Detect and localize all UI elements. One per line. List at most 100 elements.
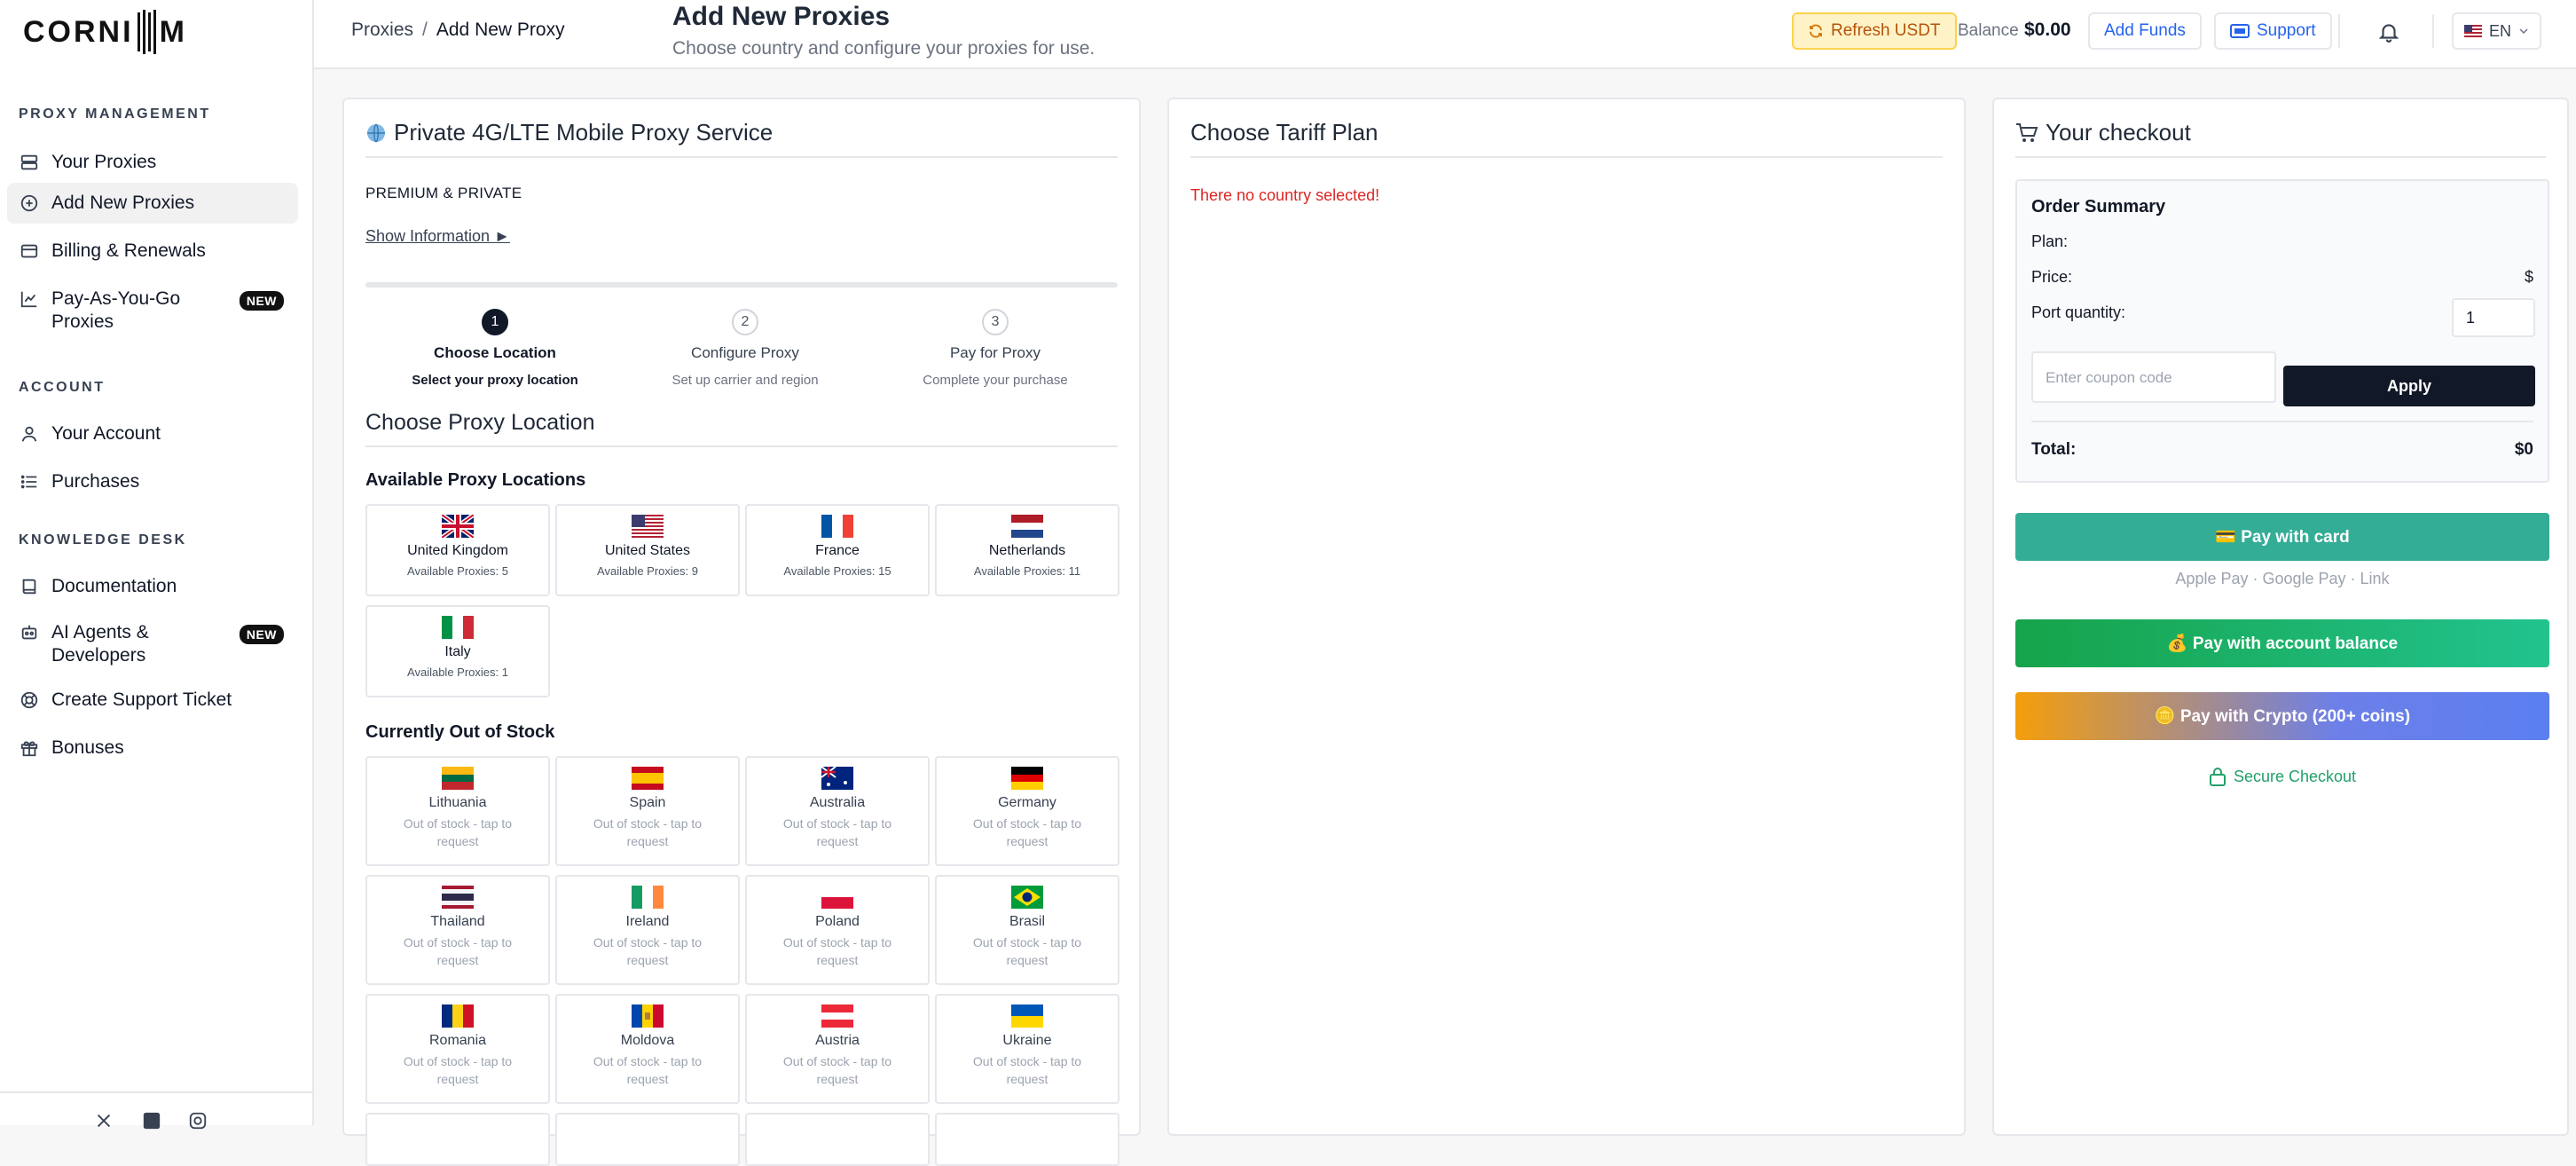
ukraine-flag-icon bbox=[1011, 1004, 1043, 1028]
location-card-netherlands[interactable]: Netherlands Available Proxies: 11 bbox=[935, 504, 1119, 596]
divider bbox=[365, 445, 1118, 447]
pay-with-balance-button[interactable]: 💰 Pay with account balance bbox=[2015, 619, 2549, 667]
new-badge: NEW bbox=[239, 291, 284, 311]
country-name: Ukraine bbox=[1002, 1033, 1052, 1048]
country-name: Poland bbox=[815, 914, 860, 929]
thailand-flag-icon bbox=[442, 886, 474, 909]
country-name: Spain bbox=[629, 795, 666, 810]
no-country-error: There no country selected! bbox=[1190, 186, 1380, 204]
country-name: Italy bbox=[444, 644, 471, 659]
plan-row: Plan: bbox=[2031, 232, 2533, 251]
oos-card-germany[interactable]: Germany Out of stock - tap to request bbox=[935, 756, 1119, 866]
oos-card-spain[interactable]: Spain Out of stock - tap to request bbox=[555, 756, 740, 866]
location-card-italy[interactable]: Italy Available Proxies: 1 bbox=[365, 605, 550, 697]
sidebar-item-add-new-proxies[interactable]: Add New Proxies bbox=[7, 183, 298, 224]
sidebar-item-your-account[interactable]: Your Account bbox=[7, 414, 298, 454]
country-name: France bbox=[815, 543, 860, 558]
top-header: Proxies / Add New Proxy Add New Proxies Ch… bbox=[314, 0, 2576, 69]
sidebar-item-label: Purchases bbox=[51, 471, 140, 492]
apply-coupon-button[interactable]: Apply bbox=[2283, 366, 2535, 406]
lock-icon bbox=[2209, 768, 2226, 786]
instagram-icon[interactable] bbox=[188, 1111, 208, 1131]
oos-card-partial[interactable] bbox=[555, 1113, 740, 1166]
oos-card-lithuania[interactable]: Lithuania Out of stock - tap to request bbox=[365, 756, 550, 866]
uk-flag-icon bbox=[442, 515, 474, 538]
ireland-flag-icon bbox=[632, 886, 664, 909]
country-name: Lithuania bbox=[428, 795, 487, 810]
oos-card-romania[interactable]: Romania Out of stock - tap to request bbox=[365, 994, 550, 1104]
location-card-united-states[interactable]: United States Available Proxies: 9 bbox=[555, 504, 740, 596]
balance-label: Balance bbox=[1958, 21, 2019, 40]
sidebar-item-ai-agents[interactable]: AI Agents & Developers NEW bbox=[7, 612, 298, 676]
sidebar-item-bonuses[interactable]: Bonuses bbox=[7, 728, 298, 768]
step-title: Configure Proxy bbox=[691, 344, 799, 361]
refresh-usdt-button[interactable]: Refresh USDT bbox=[1792, 12, 1957, 50]
breadcrumb-root[interactable]: Proxies bbox=[351, 20, 413, 40]
sidebar-item-label: Pay-As-You-Go Proxies bbox=[51, 288, 181, 332]
out-of-stock-text: Out of stock - tap to request bbox=[782, 935, 892, 967]
user-icon bbox=[21, 426, 37, 442]
support-button[interactable]: Support bbox=[2214, 12, 2332, 50]
oos-card-australia[interactable]: Australia Out of stock - tap to request bbox=[745, 756, 930, 866]
x-twitter-icon[interactable] bbox=[94, 1111, 114, 1131]
sidebar: CORNI M PROXY MANAGEMENT Your Proxies Ad… bbox=[0, 0, 314, 1130]
oos-card-thailand[interactable]: Thailand Out of stock - tap to request bbox=[365, 875, 550, 985]
out-of-stock-heading: Currently Out of Stock bbox=[365, 722, 555, 742]
order-summary: Order Summary Plan: Price: $ Port quanti… bbox=[2015, 179, 2549, 483]
sidebar-item-pay-as-you-go[interactable]: Pay-As-You-Go Proxies NEW bbox=[7, 279, 298, 343]
oos-card-partial[interactable] bbox=[745, 1113, 930, 1166]
secure-checkout-label: Secure Checkout bbox=[2233, 767, 2357, 785]
sidebar-item-label: Billing & Renewals bbox=[51, 240, 206, 261]
add-funds-button[interactable]: Add Funds bbox=[2088, 12, 2202, 50]
support-icon bbox=[2230, 24, 2250, 38]
server-icon bbox=[20, 154, 38, 170]
service-title: Private 4G/LTE Mobile Proxy Service bbox=[365, 119, 773, 146]
brazil-flag-icon bbox=[1011, 886, 1043, 909]
section-knowledge-desk: KNOWLEDGE DESK bbox=[19, 532, 187, 548]
location-card-france[interactable]: France Available Proxies: 15 bbox=[745, 504, 930, 596]
out-of-stock-text: Out of stock - tap to request bbox=[782, 816, 892, 848]
oos-card-poland[interactable]: Poland Out of stock - tap to request bbox=[745, 875, 930, 985]
refresh-usdt-label: Refresh USDT bbox=[1831, 21, 1941, 40]
sidebar-item-billing[interactable]: Billing & Renewals bbox=[7, 231, 298, 272]
oos-card-ukraine[interactable]: Ukraine Out of stock - tap to request bbox=[935, 994, 1119, 1104]
pay-with-crypto-button[interactable]: 🪙 Pay with Crypto (200+ coins) bbox=[2015, 692, 2549, 740]
bell-icon[interactable] bbox=[2377, 20, 2400, 44]
pay-with-card-button[interactable]: 💳 Pay with card bbox=[2015, 513, 2549, 561]
logo-tail: M bbox=[159, 14, 187, 49]
sidebar-item-documentation[interactable]: Documentation bbox=[7, 566, 298, 607]
step-configure-proxy: 2 Configure Proxy Set up carrier and reg… bbox=[619, 309, 871, 388]
oos-card-moldova[interactable]: Moldova Out of stock - tap to request bbox=[555, 994, 740, 1104]
sidebar-item-support-ticket[interactable]: Create Support Ticket bbox=[7, 680, 298, 721]
show-information-link[interactable]: Show Information ► bbox=[365, 227, 510, 246]
credit-card-icon bbox=[20, 244, 38, 258]
divider bbox=[1190, 156, 1943, 158]
coupon-input[interactable]: Enter coupon code bbox=[2031, 351, 2276, 403]
country-name: Australia bbox=[809, 795, 866, 810]
oos-card-brasil[interactable]: Brasil Out of stock - tap to request bbox=[935, 875, 1119, 985]
oos-card-austria[interactable]: Austria Out of stock - tap to request bbox=[745, 994, 930, 1104]
quantity-label: Port quantity: bbox=[2031, 303, 2126, 321]
sidebar-item-purchases[interactable]: Purchases bbox=[7, 461, 298, 502]
oos-card-partial[interactable] bbox=[365, 1113, 550, 1166]
step-choose-location: 1 Choose Location Select your proxy loca… bbox=[369, 309, 621, 388]
oos-card-ireland[interactable]: Ireland Out of stock - tap to request bbox=[555, 875, 740, 985]
step-number: 1 bbox=[482, 309, 508, 335]
sidebar-item-your-proxies[interactable]: Your Proxies bbox=[7, 142, 298, 183]
austria-flag-icon bbox=[821, 1004, 853, 1028]
support-label: Support bbox=[2257, 21, 2316, 40]
language-selector[interactable]: EN bbox=[2452, 12, 2542, 50]
oos-card-partial[interactable] bbox=[935, 1113, 1119, 1166]
logo-text: CORNI bbox=[23, 14, 134, 49]
sidebar-item-label: Your Account bbox=[51, 423, 161, 444]
plan-label: Plan: bbox=[2031, 232, 2069, 250]
brand-logo[interactable]: CORNI M bbox=[23, 9, 187, 55]
linkedin-icon[interactable] bbox=[142, 1111, 161, 1131]
port-quantity-input[interactable]: 1 bbox=[2452, 298, 2535, 337]
location-card-united-kingdom[interactable]: United Kingdom Available Proxies: 5 bbox=[365, 504, 550, 596]
section-account: ACCOUNT bbox=[19, 380, 106, 395]
divider bbox=[2432, 14, 2434, 48]
section-proxy-management: PROXY MANAGEMENT bbox=[19, 106, 211, 122]
step-desc: Select your proxy location bbox=[412, 373, 578, 388]
out-of-stock-text: Out of stock - tap to request bbox=[593, 816, 703, 848]
